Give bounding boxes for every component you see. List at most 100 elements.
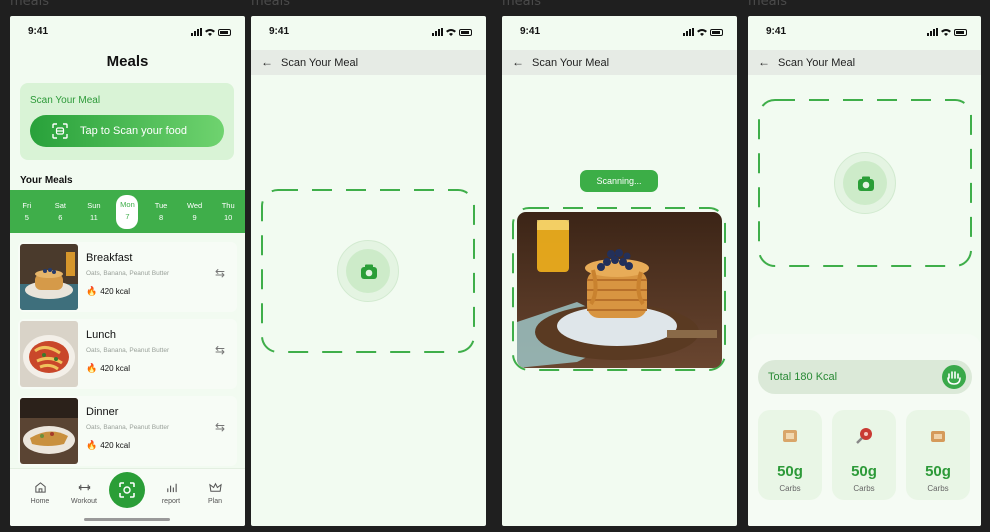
nav-bar: ← Scan Your Meal [748,50,981,75]
meal-ingredients: Oats, Banana, Peanut Butter [86,347,170,354]
scan-result-screen: 9:41 ← Scan Your Meal Total 180 Kcal 50g… [748,16,981,526]
meat-icon [856,428,872,444]
status-bar: 9:41 [748,26,981,40]
meal-ingredients: Oats, Banana, Peanut Butter [86,424,170,431]
status-time: 9:41 [269,26,290,37]
flame-icon: 🔥 [86,286,98,296]
day-item-active[interactable]: Mon 7 [116,194,139,229]
wifi-icon [205,29,215,36]
tab-report[interactable]: report [151,481,191,505]
day-selector: Fri 5 Sat 6 Sun 11 Mon 7 Tue 8 Wed 9 Thu 10 [10,190,245,233]
day-item[interactable]: Wed 9 [184,200,206,224]
tab-workout[interactable]: Workout [64,481,104,505]
status-time: 9:41 [766,26,787,37]
chart-icon [166,483,177,493]
frame-label: meals [502,0,542,9]
bread-icon [783,430,797,442]
home-icon [34,482,46,493]
nav-title: Scan Your Meal [532,57,610,69]
swap-icon[interactable]: ⇆ [215,343,225,357]
dumbbell-icon [78,484,90,491]
wifi-icon [446,29,456,36]
scan-icon [119,482,135,498]
macro-label: Carbs [779,484,801,493]
frame-label: meals [748,0,788,9]
status-bar: 9:41 [251,26,486,40]
meal-image [20,321,78,387]
scan-button-label: Tap to Scan your food [80,125,188,137]
swap-icon[interactable]: ⇆ [215,266,225,280]
hand-icon[interactable] [942,365,966,389]
macro-value: 50g [777,463,803,480]
back-arrow-icon[interactable]: ← [758,55,770,69]
home-indicator [84,518,170,521]
day-item[interactable]: Tue 8 [150,200,172,224]
page-title: Meals [106,53,149,70]
meal-kcal: 🔥 420 kcal [86,440,131,450]
tab-bar: Home Workout report Plan [10,468,245,526]
camera-button[interactable] [337,240,399,302]
day-item[interactable]: Fri 5 [16,200,38,224]
meal-card-breakfast[interactable]: Breakfast Oats, Banana, Peanut Butter 🔥 4… [18,242,237,312]
battery-icon [710,28,723,36]
meal-name: Dinner [86,406,119,418]
macro-value: 50g [925,463,951,480]
battery-icon [459,28,472,36]
meal-card-lunch[interactable]: Lunch Oats, Banana, Peanut Butter 🔥 420 k… [18,319,237,389]
battery-icon [954,28,967,36]
day-item[interactable]: Thu 10 [217,200,239,224]
meal-image [20,398,78,464]
signal-icon [683,28,694,36]
camera-button[interactable] [834,152,896,214]
day-item[interactable]: Sun 11 [83,200,105,224]
signal-icon [432,28,443,36]
macro-card: 50g Carbs [758,410,822,500]
frame-label: meals [10,0,50,9]
tab-home[interactable]: Home [20,481,60,505]
macro-card: 50g Carbs [906,410,970,500]
scan-card-label: Scan Your Meal [30,95,101,106]
status-bar: 9:41 [502,26,737,40]
scanning-badge: Scanning... [580,170,658,192]
section-heading: Your Meals [20,175,73,186]
status-time: 9:41 [28,26,49,37]
scan-icon [52,123,68,139]
flame-icon: 🔥 [86,440,98,450]
scan-fab-button[interactable] [109,472,145,508]
status-bar: 9:41 [10,26,245,40]
battery-icon [218,28,231,36]
nav-bar: ← Scan Your Meal [502,50,737,75]
macro-value: 50g [851,463,877,480]
meal-kcal: 🔥 420 kcal [86,363,131,373]
frame-label: meals [251,0,291,9]
signal-icon [927,28,938,36]
total-kcal-pill: Total 180 Kcal [758,360,972,394]
scan-screen-empty: 9:41 ← Scan Your Meal [251,16,486,526]
scan-food-button[interactable]: Tap to Scan your food [30,115,224,147]
wifi-icon [697,29,707,36]
back-arrow-icon[interactable]: ← [261,55,273,69]
meal-image [20,244,78,310]
day-item[interactable]: Sat 6 [49,200,71,224]
signal-icon [191,28,202,36]
macro-label: Carbs [853,484,875,493]
meals-screen: 9:41 Meals Scan Your Meal Tap to Scan yo… [10,16,245,526]
scan-card: Scan Your Meal Tap to Scan your food [20,83,234,160]
status-time: 9:41 [520,26,541,37]
back-arrow-icon[interactable]: ← [512,55,524,69]
macro-card: 50g Carbs [832,410,896,500]
bread-icon [931,431,945,442]
scan-screen-scanning: 9:41 ← Scan Your Meal Scanning... [502,16,737,526]
flame-icon: 🔥 [86,363,98,373]
crown-icon [208,482,222,492]
nav-bar: ← Scan Your Meal [251,50,486,75]
camera-icon [858,176,874,191]
meal-kcal: 🔥 420 kcal [86,286,131,296]
meal-name: Breakfast [86,252,133,264]
tab-plan[interactable]: Plan [195,481,235,505]
swap-icon[interactable]: ⇆ [215,420,225,434]
nav-title: Scan Your Meal [778,57,856,69]
macro-label: Carbs [927,484,949,493]
wifi-icon [941,29,951,36]
meal-card-dinner[interactable]: Dinner Oats, Banana, Peanut Butter 🔥 420 … [18,396,237,466]
